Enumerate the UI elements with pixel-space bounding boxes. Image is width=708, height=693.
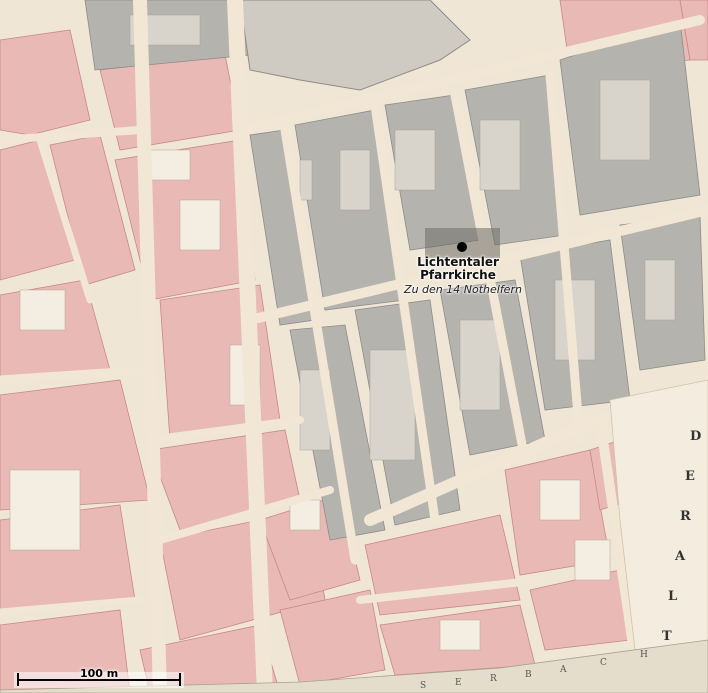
map-letter-stream: C — [600, 658, 607, 668]
church-dedication-label: Zu den 14 Nothelfern — [404, 283, 522, 296]
church-name-line2: Pfarrkirche — [420, 268, 496, 282]
map-letter-stream: B — [525, 670, 532, 680]
map-letter-vertical: T — [662, 629, 672, 644]
church-marker[interactable] — [457, 242, 467, 252]
map-letter-vertical: A — [674, 549, 686, 564]
map-letter-vertical: E — [685, 469, 695, 484]
church-name-label: Lichtentaler Pfarrkirche — [398, 256, 518, 282]
map-letter-stream: R — [490, 674, 497, 684]
map-letter-stream: S — [420, 681, 426, 691]
map-letter-vertical: R — [680, 509, 691, 524]
map-letter-stream: E — [455, 678, 462, 688]
map-letter-stream: A — [559, 665, 567, 675]
historic-city-map[interactable]: D E R A L T S E R B A C H — [0, 0, 708, 693]
map-letter-vertical: D — [690, 429, 701, 444]
scale-bar-label: 100 m — [80, 667, 119, 680]
map-letter-vertical: L — [668, 589, 677, 604]
map-letter-stream: H — [640, 650, 648, 660]
